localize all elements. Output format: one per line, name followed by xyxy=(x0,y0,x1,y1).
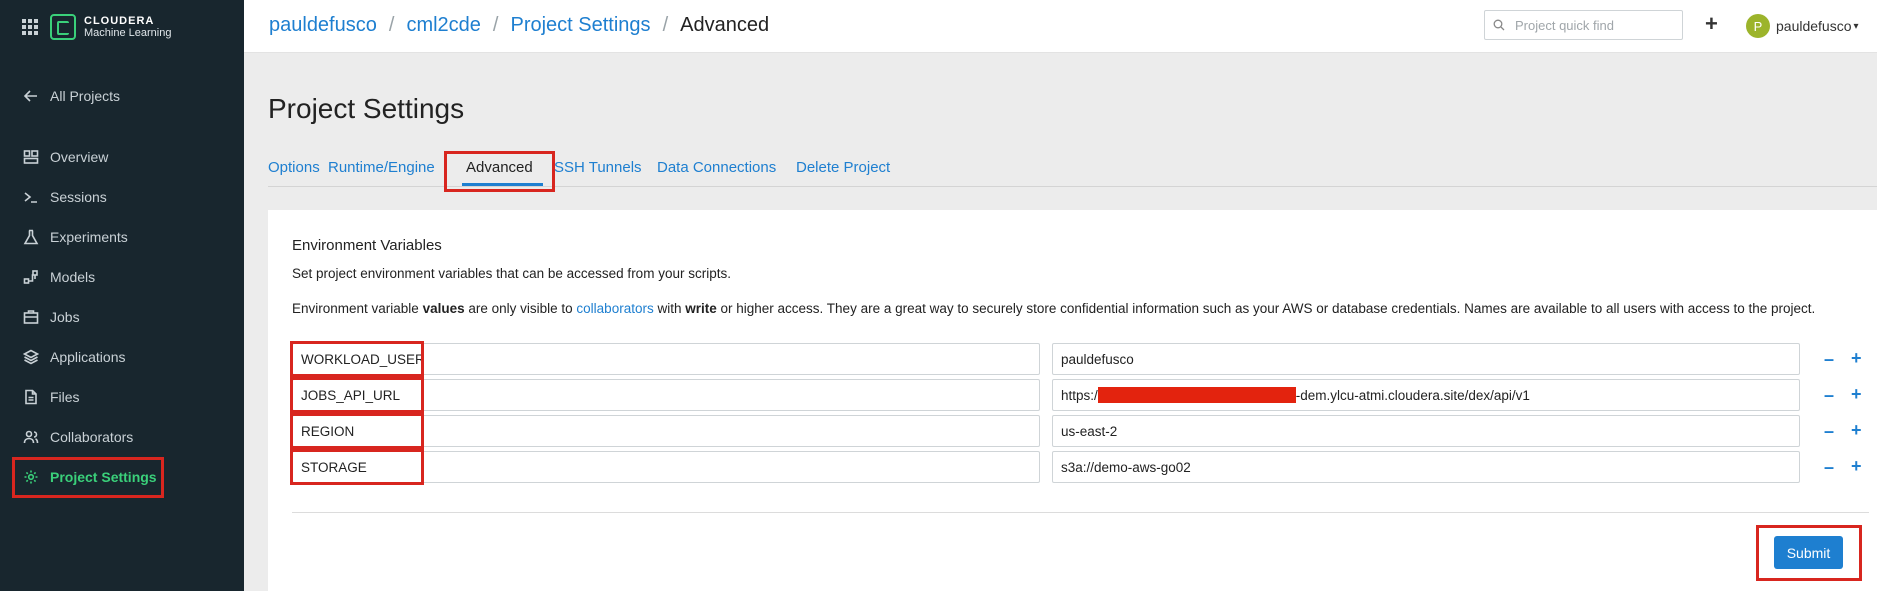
note-text: with xyxy=(653,301,686,316)
section-note: Environment variable values are only vis… xyxy=(292,301,1815,316)
breadcrumb-settings[interactable]: Project Settings xyxy=(510,14,650,37)
breadcrumb: pauldefusco / cml2cde / Project Settings… xyxy=(269,14,769,37)
env-value-input[interactable]: https:/ -dem.ylcu-atmi.cloudera.site/dex/… xyxy=(1052,379,1800,411)
redaction-bar xyxy=(1097,387,1296,403)
active-tab-indicator xyxy=(462,183,543,186)
env-var-row: REGION us-east-2 – + xyxy=(290,413,1869,449)
flask-icon xyxy=(22,228,40,246)
add-row-button[interactable]: + xyxy=(1851,348,1862,369)
remove-row-button[interactable]: – xyxy=(1824,457,1834,478)
note-text: or higher access. They are a great way t… xyxy=(716,301,1816,316)
env-var-row: STORAGE s3a://demo-aws-go02 – + xyxy=(290,449,1869,485)
env-var-row: WORKLOAD_USER pauldefusco – + xyxy=(290,341,1869,377)
cloudera-logo-icon xyxy=(50,14,76,40)
sidebar-item-sessions[interactable]: Sessions xyxy=(0,177,244,217)
breadcrumb-separator: / xyxy=(492,14,499,36)
brand: CLOUDERA Machine Learning xyxy=(22,12,171,42)
value-prefix: https:/ xyxy=(1061,387,1098,403)
sidebar-item-collaborators[interactable]: Collaborators xyxy=(0,417,244,457)
add-icon[interactable]: + xyxy=(1705,11,1718,37)
tab-data-connections[interactable]: Data Connections xyxy=(657,159,776,176)
tab-options[interactable]: Options xyxy=(268,159,320,176)
breadcrumb-project[interactable]: cml2cde xyxy=(406,14,480,37)
sidebar-item-label: Collaborators xyxy=(50,429,134,445)
collaborators-link[interactable]: collaborators xyxy=(576,301,653,316)
all-projects-link[interactable]: All Projects xyxy=(22,87,120,105)
sidebar-item-label: Applications xyxy=(50,349,126,365)
models-icon xyxy=(22,268,40,286)
env-value-input[interactable]: us-east-2 xyxy=(1052,415,1800,447)
sidebar-item-files[interactable]: Files xyxy=(0,377,244,417)
page-title: Project Settings xyxy=(268,93,465,124)
layers-icon xyxy=(22,348,40,366)
sidebar-item-label: Jobs xyxy=(50,309,80,325)
section-title: Environment Variables xyxy=(292,237,442,254)
divider xyxy=(292,512,1869,513)
sidebar-item-label: Experiments xyxy=(50,229,128,245)
highlight-box xyxy=(290,341,424,377)
note-bold: write xyxy=(685,301,717,316)
highlight-box xyxy=(290,377,424,413)
value-suffix: -dem.ylcu-atmi.cloudera.site/dex/api/v1 xyxy=(1295,387,1530,403)
sidebar-item-overview[interactable]: Overview xyxy=(0,137,244,177)
file-icon xyxy=(22,388,40,406)
sidebar-nav: Overview Sessions Experiments Models Job… xyxy=(0,137,244,497)
chevron-down-icon: ▾ xyxy=(1853,20,1859,32)
tab-runtime-engine[interactable]: Runtime/Engine xyxy=(328,159,435,176)
note-text: Environment variable xyxy=(292,301,423,316)
note-text: are only visible to xyxy=(464,301,577,316)
jobs-icon xyxy=(22,308,40,326)
note-bold: values xyxy=(422,301,465,316)
user-menu[interactable]: P pauldefusco ▾ xyxy=(1746,14,1859,38)
sidebar-item-experiments[interactable]: Experiments xyxy=(0,217,244,257)
highlight-box xyxy=(12,457,164,498)
env-value-input[interactable]: pauldefusco xyxy=(1052,343,1800,375)
tab-delete-project[interactable]: Delete Project xyxy=(796,159,890,176)
add-row-button[interactable]: + xyxy=(1851,420,1862,441)
submit-button[interactable]: Submit xyxy=(1774,536,1843,569)
arrow-left-icon xyxy=(22,87,40,105)
env-var-row: JOBS_API_URL https:/-dem.ylcu-atmi.cloud… xyxy=(290,377,1869,413)
sidebar-item-models[interactable]: Models xyxy=(0,257,244,297)
highlight-box xyxy=(290,449,424,485)
breadcrumb-separator: / xyxy=(662,14,669,36)
avatar: P xyxy=(1746,14,1770,38)
brand-name: CLOUDERA xyxy=(84,15,155,27)
search-icon xyxy=(1493,19,1505,31)
remove-row-button[interactable]: – xyxy=(1824,385,1834,406)
sidebar-item-label: Models xyxy=(50,269,96,285)
breadcrumb-current: Advanced xyxy=(680,14,770,36)
highlight-box xyxy=(290,413,424,449)
remove-row-button[interactable]: – xyxy=(1824,349,1834,370)
overview-icon xyxy=(22,148,40,166)
user-name: pauldefusco xyxy=(1776,18,1852,34)
sidebar-item-jobs[interactable]: Jobs xyxy=(0,297,244,337)
sidebar-item-label: Sessions xyxy=(50,189,107,205)
project-quick-find[interactable] xyxy=(1484,10,1683,40)
add-row-button[interactable]: + xyxy=(1851,384,1862,405)
section-description: Set project environment variables that c… xyxy=(292,266,731,281)
breadcrumb-user[interactable]: pauldefusco xyxy=(269,14,377,37)
brand-product: Machine Learning xyxy=(84,27,172,39)
apps-grid-icon[interactable] xyxy=(22,19,38,35)
users-icon xyxy=(22,428,40,446)
tab-ssh-tunnels[interactable]: SSH Tunnels xyxy=(554,159,642,176)
sidebar-item-label: Files xyxy=(50,389,80,405)
add-row-button[interactable]: + xyxy=(1851,456,1862,477)
terminal-icon xyxy=(22,188,40,206)
sidebar-item-label: Overview xyxy=(50,149,109,165)
env-value-input[interactable]: s3a://demo-aws-go02 xyxy=(1052,451,1800,483)
remove-row-button[interactable]: – xyxy=(1824,421,1834,442)
sidebar-item-applications[interactable]: Applications xyxy=(0,337,244,377)
top-bar: pauldefusco / cml2cde / Project Settings… xyxy=(244,0,1877,53)
all-projects-label: All Projects xyxy=(50,88,121,104)
sidebar: CLOUDERA Machine Learning All Projects O… xyxy=(0,0,244,591)
breadcrumb-separator: / xyxy=(388,14,395,36)
search-input[interactable] xyxy=(1515,17,1675,33)
